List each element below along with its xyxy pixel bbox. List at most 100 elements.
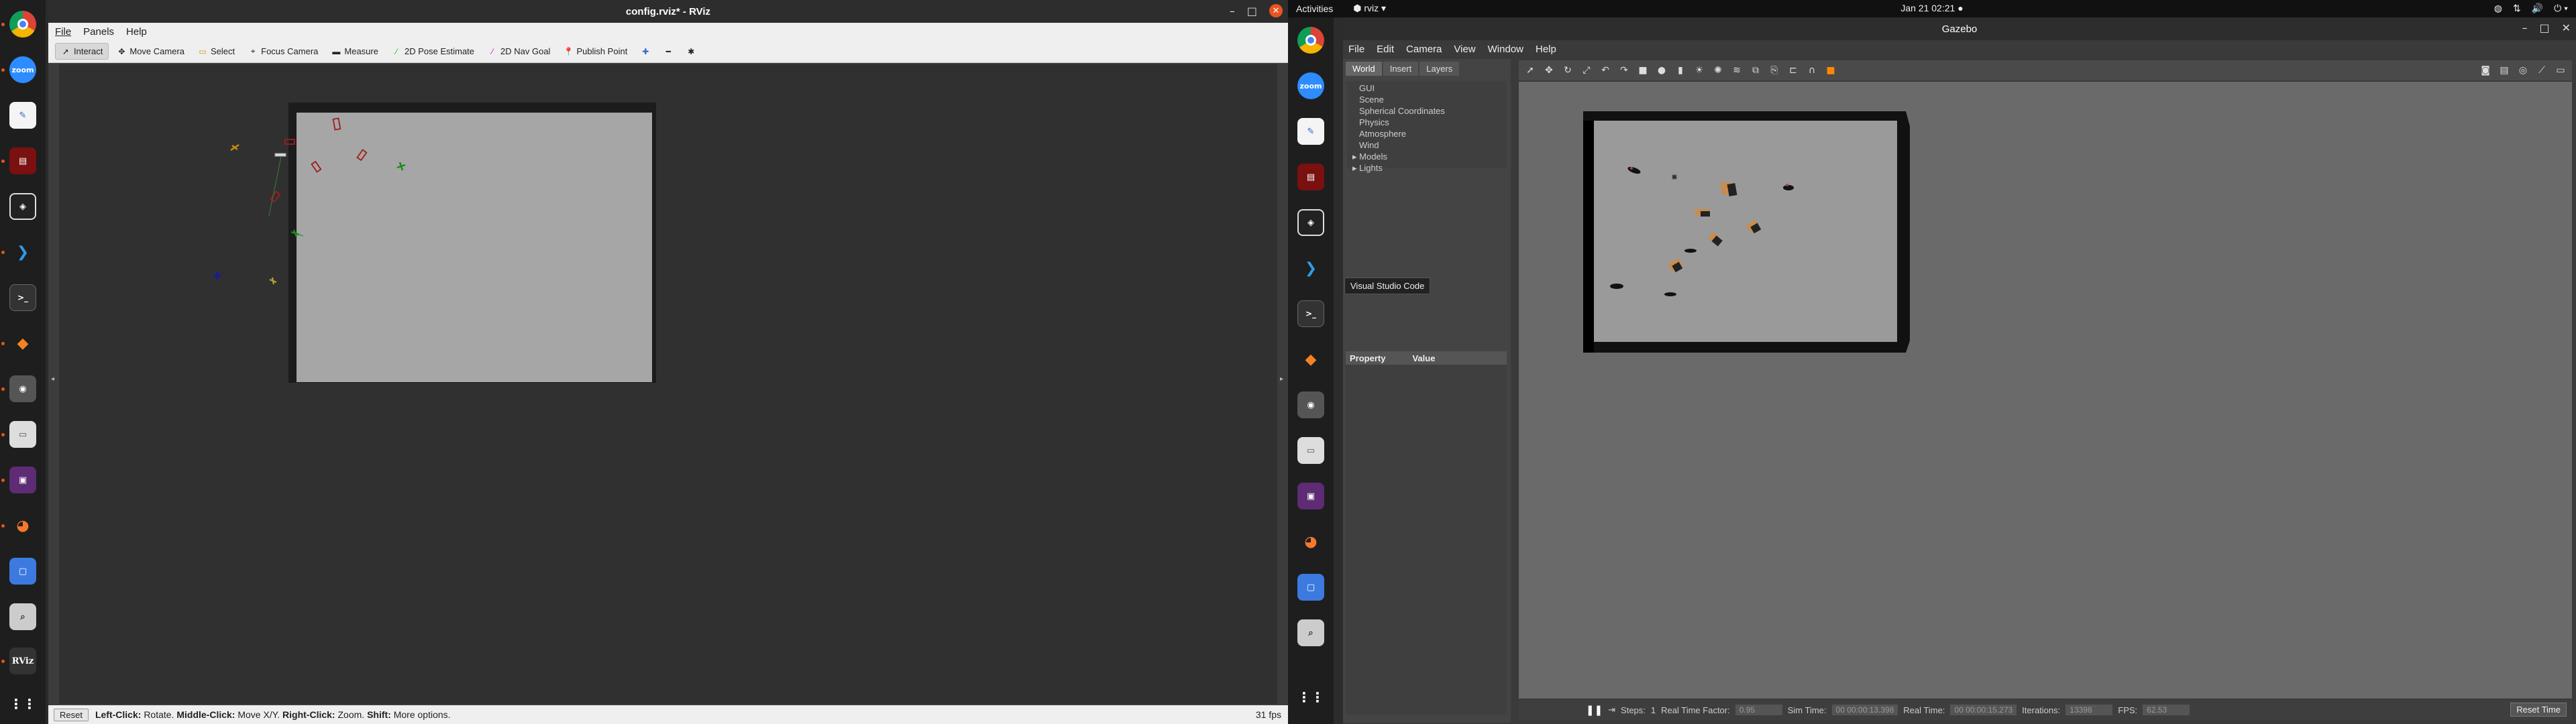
menu-help[interactable]: Help <box>1536 44 1556 55</box>
notes-icon[interactable]: ✎ <box>7 99 39 131</box>
tree-item-lights[interactable]: ▸ Lights <box>1352 162 1507 174</box>
tool-publish-point[interactable]: 📍 Publish Point <box>558 44 633 59</box>
tool-2d-nav-goal[interactable]: ⁄ 2D Nav Goal <box>482 44 555 59</box>
video-icon[interactable]: ▣ <box>1295 480 1327 512</box>
tool-settings-button[interactable]: ✱ <box>681 44 701 59</box>
camera-icon[interactable]: ◉ <box>1295 389 1327 421</box>
sphere-shape-icon[interactable]: ● <box>1656 64 1668 76</box>
screenshot-icon[interactable]: ▢ <box>7 555 39 587</box>
notes-icon[interactable]: ✎ <box>1295 115 1327 147</box>
zoom-icon[interactable]: zoom <box>1295 70 1327 102</box>
spot-light-icon[interactable]: ✺ <box>1712 64 1724 76</box>
translate-mode-icon[interactable]: ✥ <box>1543 64 1555 76</box>
chrome-icon[interactable] <box>7 8 39 40</box>
remove-tool-button[interactable]: ━ <box>658 44 678 59</box>
rviz-3d-view[interactable] <box>59 64 1277 704</box>
align-icon[interactable]: ⊏ <box>1787 64 1799 76</box>
directional-light-icon[interactable]: ≋ <box>1731 64 1743 76</box>
rotate-mode-icon[interactable]: ↻ <box>1562 64 1574 76</box>
expand-arrow-icon[interactable]: ▸ <box>1352 152 1359 162</box>
menu-file[interactable]: File <box>1348 44 1364 55</box>
network-icon[interactable]: ⇅ <box>2513 3 2521 14</box>
apps-grid-icon[interactable]: ⋮⋮ <box>7 688 39 720</box>
tree-item-spherical-coordinates[interactable]: Spherical Coordinates <box>1359 105 1507 117</box>
tree-item-wind[interactable]: Wind <box>1359 139 1507 151</box>
app-menu[interactable]: ⬢ rviz ▾ <box>1353 3 1386 14</box>
undo-icon[interactable]: ↶ <box>1599 64 1611 76</box>
maximize-icon[interactable]: □ <box>2539 21 2549 34</box>
pause-icon[interactable]: ❚❚ <box>1586 704 1603 716</box>
clock[interactable]: Jan 21 02:21 ● <box>1900 3 1963 13</box>
scale-mode-icon[interactable]: ⤢ <box>1580 64 1593 76</box>
close-icon[interactable]: ✕ <box>1269 4 1283 17</box>
box-shape-icon[interactable]: ■ <box>1637 64 1649 76</box>
minimize-icon[interactable]: – <box>1230 5 1235 17</box>
snap-icon[interactable]: ∩ <box>1806 64 1818 76</box>
tree-item-scene[interactable]: Scene <box>1359 94 1507 105</box>
gazebo-3d-view[interactable] <box>1519 82 2572 699</box>
vscode-icon[interactable]: ❯ <box>7 236 39 268</box>
terminal-icon[interactable]: >_ <box>1295 298 1327 330</box>
terminal-icon[interactable]: >_ <box>7 282 39 314</box>
search-icon[interactable]: ⌕ <box>1295 617 1327 649</box>
tree-item-atmosphere[interactable]: Atmosphere <box>1359 128 1507 139</box>
paste-icon[interactable]: ⎘ <box>1768 64 1780 76</box>
zoom-icon[interactable]: zoom <box>7 54 39 86</box>
menu-edit[interactable]: Edit <box>1377 44 1394 55</box>
add-tool-button[interactable]: ✚ <box>635 44 655 59</box>
right-panel-handle[interactable]: ▸ <box>1280 375 1287 389</box>
terminal-red-icon[interactable]: ▤ <box>7 145 39 177</box>
menu-window[interactable]: Window <box>1488 44 1523 55</box>
minimize-icon[interactable]: – <box>2522 21 2527 34</box>
layers-icon[interactable]: ◆ <box>7 327 39 359</box>
tree-item-models[interactable]: ▸ Models <box>1352 151 1507 162</box>
files-icon[interactable]: ▭ <box>1295 434 1327 467</box>
left-panel-handle[interactable]: ◂ <box>51 375 58 389</box>
video-icon[interactable]: ▣ <box>7 464 39 496</box>
tab-layers[interactable]: Layers <box>1419 62 1460 76</box>
layers-icon[interactable]: ◆ <box>1295 343 1327 375</box>
reset-button[interactable]: Reset <box>54 708 89 721</box>
maximize-icon[interactable]: □ <box>1247 5 1257 17</box>
activities-button[interactable]: Activities <box>1296 3 1333 14</box>
screenshot-icon[interactable]: ▢ <box>1295 571 1327 603</box>
blender-icon[interactable]: ◕ <box>7 509 39 542</box>
tab-world[interactable]: World <box>1346 62 1382 76</box>
tool-2d-pose-estimate[interactable]: ⁄ 2D Pose Estimate <box>386 44 480 59</box>
tree-item-gui[interactable]: GUI <box>1359 82 1507 94</box>
menu-camera[interactable]: Camera <box>1406 44 1442 55</box>
menu-view[interactable]: View <box>1454 44 1475 55</box>
screenshot-icon[interactable]: ◙ <box>2479 64 2491 76</box>
tool-select[interactable]: ▭ Select <box>193 44 240 59</box>
cylinder-shape-icon[interactable]: ▮ <box>1674 64 1686 76</box>
tab-insert[interactable]: Insert <box>1383 62 1419 76</box>
tool-move-camera[interactable]: ✥ Move Camera <box>111 44 190 59</box>
point-light-icon[interactable]: ☀ <box>1693 64 1705 76</box>
tool-interact[interactable]: ➚ Interact <box>55 43 109 60</box>
orange-view-icon[interactable]: ■ <box>1825 64 1837 76</box>
close-icon[interactable]: ✕ <box>2562 21 2571 34</box>
search-icon[interactable]: ⌕ <box>7 601 39 633</box>
camera-icon[interactable]: ◉ <box>7 373 39 405</box>
step-icon[interactable]: ⇥ <box>1608 705 1615 715</box>
plot-icon[interactable]: ⟋ <box>2536 64 2548 76</box>
menu-file[interactable]: File <box>55 26 71 38</box>
terminal-red-icon[interactable]: ▤ <box>1295 161 1327 193</box>
menu-help[interactable]: Help <box>126 26 147 38</box>
blender-icon[interactable]: ◕ <box>1295 526 1327 558</box>
volume-icon[interactable]: 🔊 <box>2532 3 2543 14</box>
video-record-icon[interactable]: ▭ <box>2555 64 2567 76</box>
chrome-icon[interactable] <box>1295 24 1327 56</box>
unity-icon[interactable]: ◈ <box>7 190 39 223</box>
power-icon[interactable]: ⏻ ▾ <box>2554 3 2568 14</box>
select-mode-icon[interactable]: ➚ <box>1524 64 1536 76</box>
menu-panels[interactable]: Panels <box>83 26 114 38</box>
record-icon[interactable]: ◎ <box>2517 64 2529 76</box>
steam-icon[interactable]: ◍ <box>2494 3 2502 14</box>
apps-grid-icon[interactable]: ⋮⋮ <box>1295 681 1327 713</box>
reset-time-button[interactable]: Reset Time <box>2510 703 2567 717</box>
files-icon[interactable]: ▭ <box>7 418 39 450</box>
redo-icon[interactable]: ↷ <box>1618 64 1630 76</box>
steps-field[interactable]: 1 <box>1651 705 1656 715</box>
rviz-icon[interactable]: RViz <box>7 645 39 677</box>
